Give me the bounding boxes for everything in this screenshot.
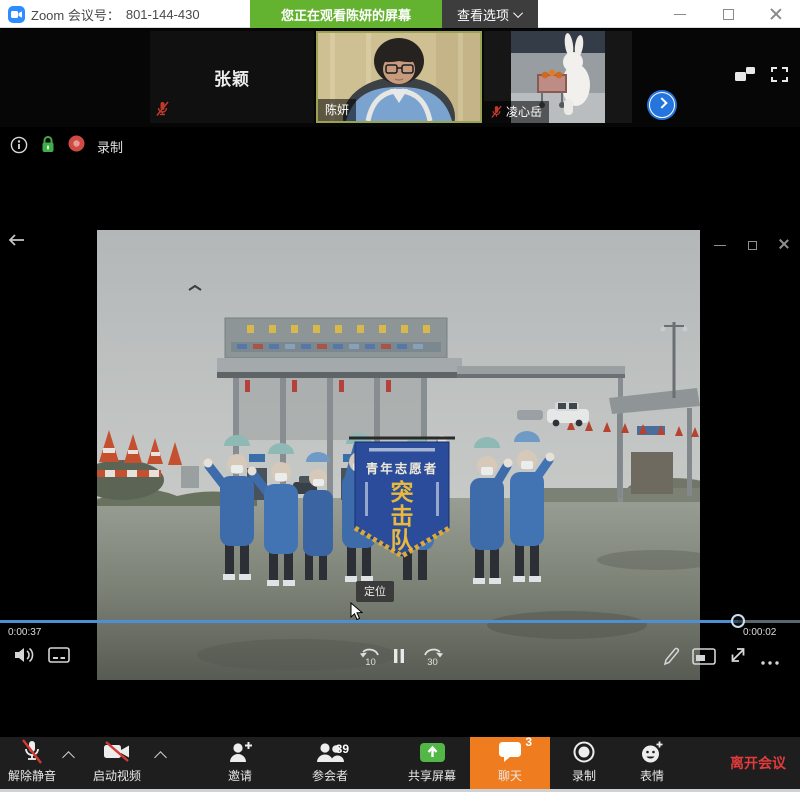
start-video-button[interactable]: 启动视频	[86, 737, 148, 789]
chat-button[interactable]: 3 聊天	[470, 737, 550, 789]
rewind-10-button[interactable]: 10	[358, 645, 382, 672]
close-icon	[770, 8, 782, 20]
volume-button[interactable]	[14, 646, 36, 667]
forward-30-button[interactable]: 30	[421, 645, 445, 672]
maximize-icon	[723, 9, 734, 20]
participants-count-badge: 39	[336, 742, 349, 756]
progress-bar[interactable]	[0, 620, 800, 623]
meeting-toolbar: 解除静音 启动视频 邀请 39 参会者 共享	[0, 737, 800, 789]
titlebar-left: Zoom 会议号： 801-144-430	[8, 0, 200, 28]
audio-options-chevron[interactable]	[62, 751, 75, 764]
participant-tile-chenyan[interactable]: 陈妍	[316, 31, 482, 123]
view-options-label: 查看选项	[457, 5, 509, 24]
elapsed-time: 0:00:37	[8, 627, 41, 638]
meeting-id-value: 801-144-430	[126, 7, 200, 22]
player-maximize-button[interactable]	[736, 234, 768, 256]
invite-label: 邀请	[228, 767, 252, 784]
participant-tile-zhangying[interactable]: 张颖	[150, 31, 314, 123]
meeting-status-row: 录制	[0, 127, 800, 165]
annotate-pen-button[interactable]	[662, 645, 682, 670]
view-options-button[interactable]: 查看选项	[442, 0, 538, 28]
forward-seconds-label: 30	[427, 657, 438, 668]
expand-button[interactable]	[728, 645, 748, 668]
reactions-label: 表情	[640, 767, 664, 784]
mouse-cursor	[350, 602, 363, 621]
video-off-icon	[103, 739, 131, 765]
minimize-button[interactable]	[663, 0, 697, 28]
close-button[interactable]	[759, 0, 793, 28]
chat-unread-badge: 3	[525, 735, 532, 749]
remaining-time: 0:00:02	[743, 627, 776, 638]
pip-button[interactable]	[692, 648, 716, 668]
watching-screen-banner: 您正在观看陈妍的屏幕	[250, 0, 442, 28]
leave-meeting-button[interactable]: 离开会议	[716, 737, 800, 789]
pennant-char-3: 队	[391, 527, 415, 553]
minimize-icon	[674, 14, 686, 15]
captions-button[interactable]	[48, 647, 70, 666]
invite-button[interactable]: 邀请	[208, 737, 272, 789]
participant-tile-lingxinyue[interactable]: 凌心岳	[484, 31, 632, 123]
participants-label: 参会者	[312, 767, 348, 784]
muted-mic-icon	[156, 101, 169, 117]
pennant-char-2: 击	[391, 503, 414, 529]
zoom-app-window: Zoom 会议号： 801-144-430 您正在观看陈妍的屏幕 查看选项 张颖	[0, 0, 800, 792]
participants-button[interactable]: 39 参会者	[296, 737, 364, 789]
muted-mic-icon	[491, 105, 502, 119]
progress-fill	[0, 620, 738, 623]
muted-mic-icon	[20, 739, 44, 765]
fullscreen-button[interactable]	[771, 67, 788, 85]
record-button[interactable]: 录制	[552, 737, 616, 789]
participant-name-tag: 凌心岳	[484, 101, 549, 123]
participant-name: 凌心岳	[506, 103, 542, 120]
more-options-button[interactable]	[760, 654, 780, 669]
participants-icon: 39	[315, 739, 345, 765]
share-screen-icon	[419, 739, 446, 765]
maximize-button[interactable]	[711, 0, 745, 28]
participant-name: 张颖	[150, 31, 314, 123]
share-screen-button[interactable]: 共享屏幕	[398, 737, 466, 789]
unmute-label: 解除静音	[8, 767, 56, 784]
titlebar: Zoom 会议号： 801-144-430 您正在观看陈妍的屏幕 查看选项	[0, 0, 800, 28]
meeting-info-button[interactable]	[10, 136, 28, 157]
encryption-lock-icon	[40, 135, 56, 158]
rewind-seconds-label: 10	[365, 657, 376, 668]
invite-person-icon	[227, 739, 253, 765]
chat-bubble-icon: 3	[498, 739, 522, 765]
maximize-icon	[748, 241, 757, 250]
reactions-button[interactable]: 表情	[620, 737, 684, 789]
pennant-header-text: 青年志愿者	[366, 461, 439, 476]
recording-label: 录制	[97, 137, 123, 156]
shared-screen-player: 青年志愿者 突 击 队 定位 0:00:37 0:00:02 1	[0, 228, 800, 680]
chat-label: 聊天	[498, 767, 522, 784]
next-participants-button[interactable]	[647, 90, 677, 120]
record-label: 录制	[572, 767, 596, 784]
unmute-button[interactable]: 解除静音	[0, 737, 64, 789]
seek-tooltip: 定位	[356, 581, 394, 602]
pennant-char-1: 突	[391, 479, 414, 505]
strip-corner-controls	[735, 67, 788, 85]
record-circle-icon	[572, 739, 596, 765]
minimize-icon	[714, 245, 726, 246]
player-close-button[interactable]	[768, 234, 800, 256]
chevron-down-icon	[513, 8, 523, 18]
player-minimize-button[interactable]	[704, 234, 736, 256]
participant-name-tag: 陈妍	[318, 99, 356, 121]
smiley-plus-icon	[640, 739, 664, 765]
player-window-controls	[704, 234, 800, 256]
share-screen-label: 共享屏幕	[408, 767, 456, 784]
gallery-view-button[interactable]	[735, 67, 755, 85]
progress-handle[interactable]	[731, 614, 745, 628]
participant-name: 陈妍	[325, 101, 349, 118]
zoom-logo-icon	[8, 6, 25, 23]
video-thumbnails-strip: 张颖	[0, 29, 800, 127]
start-video-label: 启动视频	[93, 767, 141, 784]
video-options-chevron[interactable]	[154, 751, 167, 764]
shared-video-content[interactable]: 青年志愿者 突 击 队	[97, 230, 700, 680]
pause-button[interactable]	[393, 648, 405, 667]
back-arrow-button[interactable]	[6, 232, 26, 251]
close-icon	[778, 239, 790, 251]
recording-dot-icon	[68, 135, 85, 157]
meeting-id-label: Zoom 会议号：	[31, 5, 120, 24]
